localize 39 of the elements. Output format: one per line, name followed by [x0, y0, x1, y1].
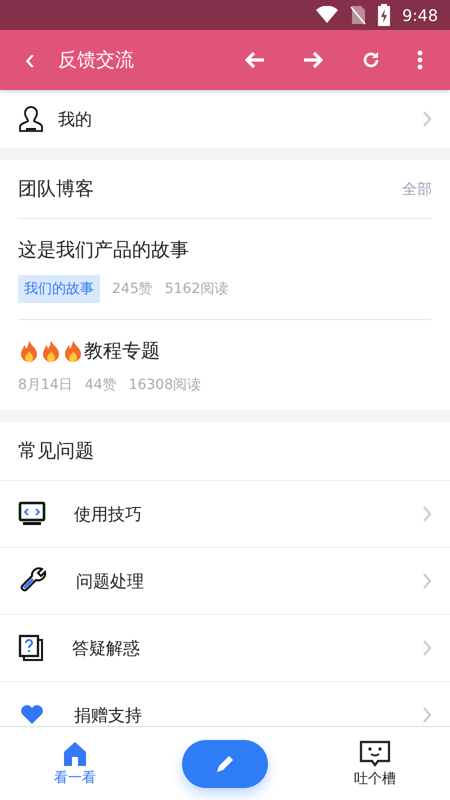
like-count: 245赞 [112, 280, 153, 298]
compose-button[interactable] [182, 740, 268, 788]
read-count: 16308阅读 [128, 376, 202, 394]
refresh-icon [361, 50, 381, 70]
flame-icon [40, 339, 62, 363]
like-count: 44赞 [84, 376, 117, 394]
monitor-icon [18, 501, 46, 527]
flame-icon [62, 339, 84, 363]
wifi-icon [316, 6, 338, 24]
nav-tab[interactable]: 看一看 [46, 736, 104, 790]
read-count: 5162阅读 [164, 280, 228, 298]
user-icon [18, 105, 44, 133]
battery-icon [378, 4, 390, 26]
chevron-icon [422, 639, 432, 657]
faq-item[interactable]: 捐赠支持 [0, 681, 450, 726]
back-button[interactable]: ‹ [10, 40, 50, 80]
smiley-chat-icon [359, 740, 391, 768]
section-title: 团队博客 [18, 177, 94, 202]
post-date: 8月14日 [18, 376, 73, 394]
flame-icon [18, 339, 40, 363]
right-arrow-icon [303, 51, 323, 69]
page-title: 反馈交流 [58, 48, 135, 73]
my-label: 我的 [58, 108, 93, 130]
chevron-icon [422, 110, 432, 128]
chevron-icon [422, 706, 432, 724]
section-title: 常见问题 [18, 439, 94, 464]
home-icon [62, 740, 88, 766]
heart-icon [18, 702, 46, 726]
post-title[interactable]: 这是我们产品的故事 [18, 237, 189, 263]
chevron-icon [422, 505, 432, 523]
more-icon [417, 50, 423, 70]
chevron-icon [422, 572, 432, 590]
post-title[interactable]: 教程专题 [84, 338, 160, 364]
question-icon [18, 634, 44, 662]
my-row[interactable]: 我的 [0, 90, 450, 148]
status-time: 9:48 [402, 6, 438, 24]
left-arrow-icon [245, 51, 265, 69]
nav-tab[interactable]: 吐个槽 [346, 736, 404, 792]
no-sim-icon [350, 5, 366, 25]
